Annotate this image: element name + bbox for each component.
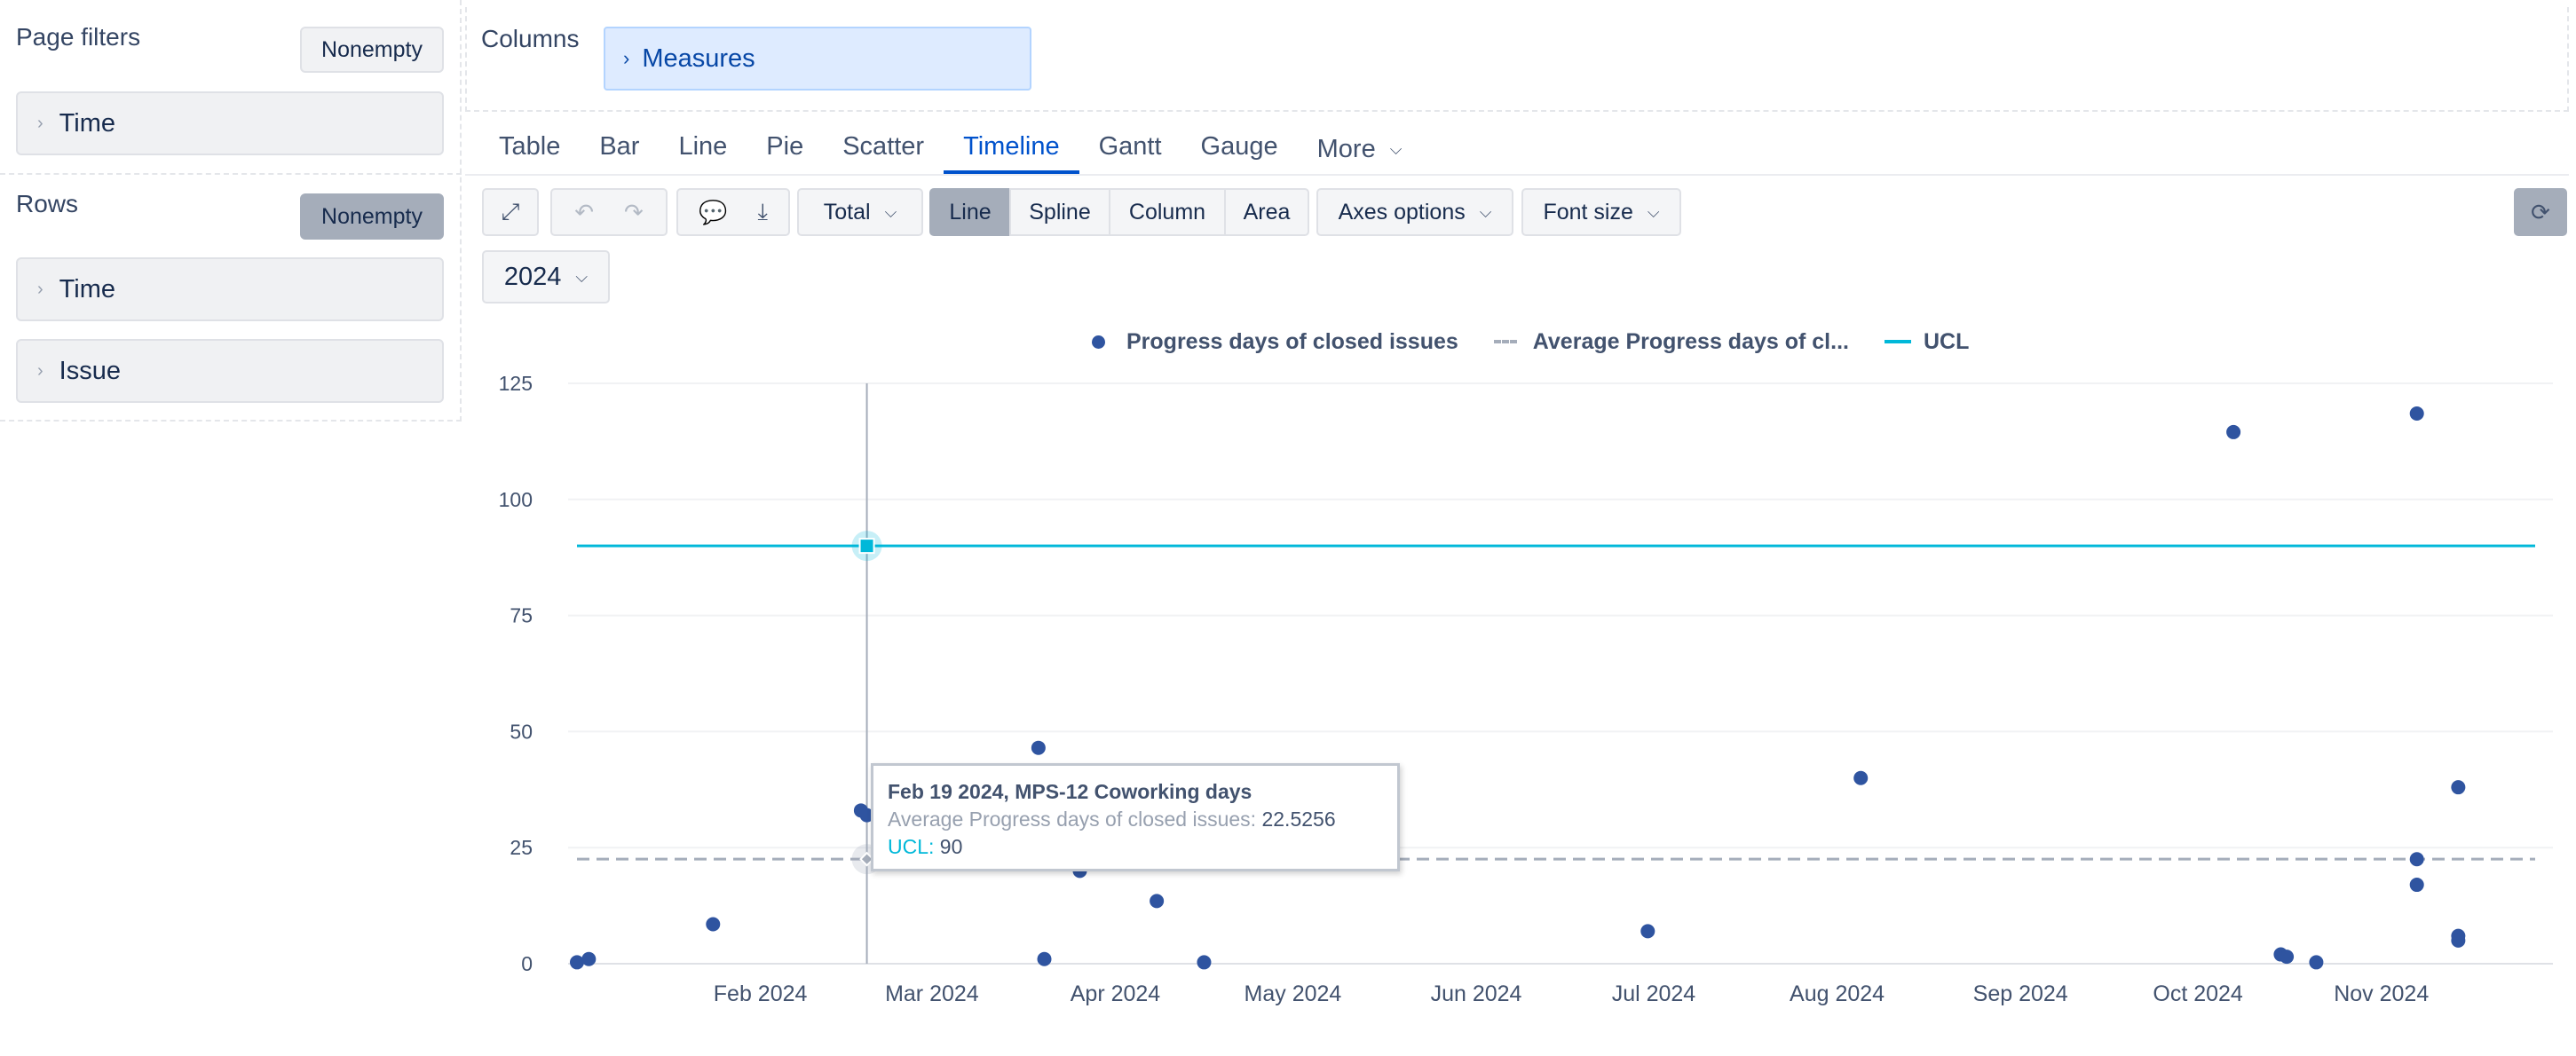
x-tick-label: Aug 2024 <box>1790 981 1885 1006</box>
x-tick-label: Sep 2024 <box>1973 981 2068 1006</box>
data-point[interactable] <box>2409 406 2424 422</box>
data-point[interactable] <box>2309 955 2324 970</box>
data-point[interactable] <box>2451 933 2466 948</box>
y-tick-label: 0 <box>521 952 533 975</box>
x-tick-label: Mar 2024 <box>885 981 979 1006</box>
data-point[interactable] <box>2451 780 2466 795</box>
data-point[interactable] <box>581 951 597 966</box>
y-tick-label: 125 <box>499 372 533 395</box>
x-tick-label: May 2024 <box>1245 981 1342 1006</box>
x-tick-label: Jun 2024 <box>1431 981 1522 1006</box>
data-point[interactable] <box>2409 852 2424 867</box>
x-tick-label: Nov 2024 <box>2334 981 2429 1006</box>
data-point[interactable] <box>2226 424 2241 439</box>
data-point[interactable] <box>1031 740 1046 755</box>
tooltip-ucl-value: 90 <box>939 835 963 858</box>
data-point[interactable] <box>2280 950 2295 965</box>
data-point[interactable] <box>2409 878 2424 893</box>
y-tick-label: 100 <box>499 488 533 511</box>
chart-tooltip: Feb 19 2024, MPS-12 Coworking days Avera… <box>871 763 1400 871</box>
data-point[interactable] <box>1640 924 1655 939</box>
x-tick-label: Jul 2024 <box>1612 981 1696 1006</box>
tooltip-average-row: Average Progress days of closed issues: … <box>888 806 1383 833</box>
data-point[interactable] <box>706 917 721 932</box>
data-point[interactable] <box>1037 951 1052 966</box>
data-point[interactable] <box>1197 955 1212 970</box>
tooltip-average-label: Average Progress days of closed issues: <box>888 808 1257 831</box>
tooltip-ucl-row: UCL: 90 <box>888 833 1383 861</box>
timeline-chart: 0 25 50 75 100 125 Feb 2024 Mar 2024 Apr 2024 Ma… <box>499 372 2553 1006</box>
x-tick-label: Apr 2024 <box>1071 981 1161 1006</box>
y-tick-label: 25 <box>510 836 533 859</box>
x-tick-label: Oct 2024 <box>2153 981 2243 1006</box>
data-point[interactable] <box>1150 894 1165 909</box>
x-tick-label: Feb 2024 <box>714 981 808 1006</box>
tooltip-ucl-label: UCL: <box>888 835 935 858</box>
y-tick-label: 50 <box>510 720 533 743</box>
ucl-hover-marker <box>858 538 875 555</box>
data-point[interactable] <box>1853 770 1869 785</box>
tooltip-average-value: 22.5256 <box>1261 808 1336 831</box>
y-tick-label: 75 <box>510 604 533 627</box>
tooltip-title: Feb 19 2024, MPS-12 Coworking days <box>888 780 1252 803</box>
